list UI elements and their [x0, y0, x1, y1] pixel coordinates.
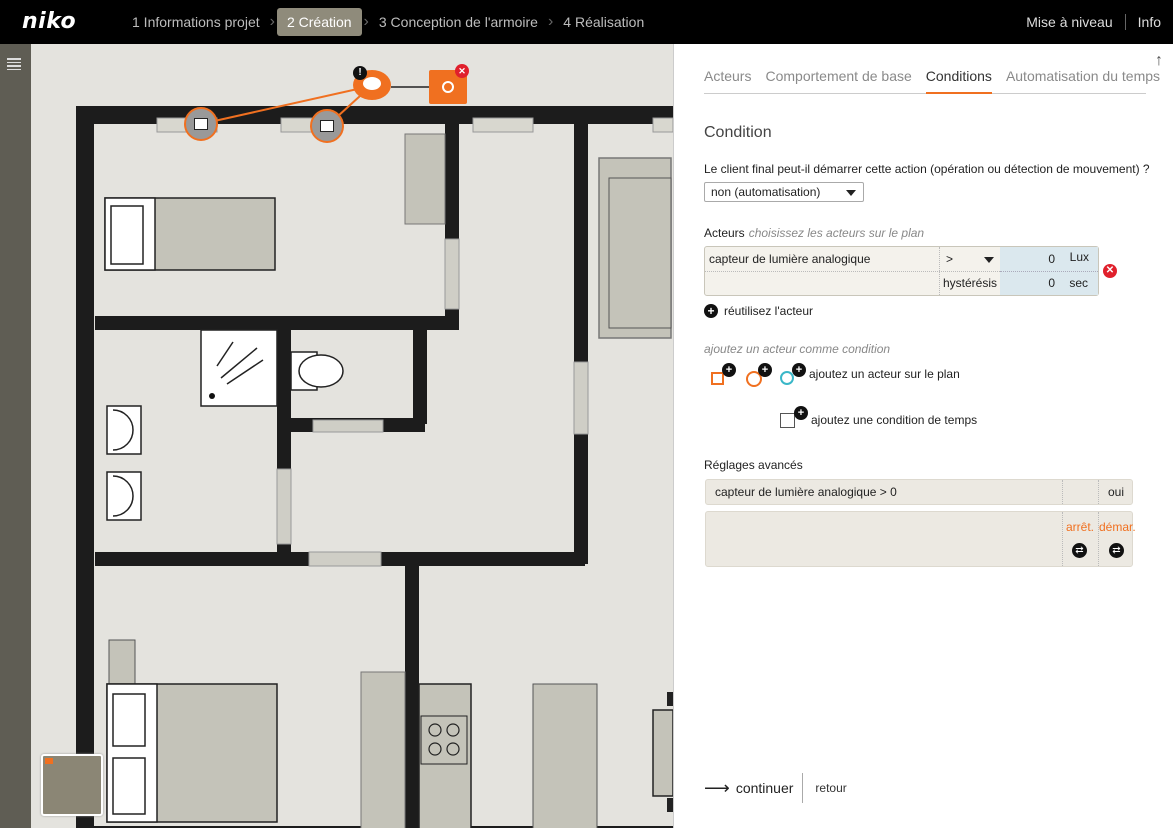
- minimap-viewport-marker: [45, 758, 53, 764]
- list-menu-icon[interactable]: [7, 58, 21, 72]
- tab-conditions[interactable]: Conditions: [925, 62, 992, 94]
- square-actor-icon: [711, 372, 724, 385]
- stop-label: arrêt.: [1066, 520, 1095, 534]
- advanced-condition-value[interactable]: oui: [1108, 485, 1124, 499]
- divider: [1124, 14, 1126, 30]
- plus-circle-icon: +: [758, 363, 772, 377]
- back-link[interactable]: retour: [815, 781, 846, 795]
- tab-acteurs[interactable]: Acteurs: [704, 62, 751, 94]
- upgrade-link[interactable]: Mise à niveau: [1026, 14, 1112, 30]
- niko-logo: niko: [22, 9, 77, 34]
- add-sensor-actor-button[interactable]: +: [778, 363, 806, 391]
- acteurs-hint: choisissez les acteurs sur le plan: [748, 226, 925, 240]
- chevron-right-icon: ›: [363, 13, 369, 30]
- acteurs-label-text: Acteurs: [704, 226, 745, 240]
- step-navigation: 1 Informations projet › 2 Création › 3 C…: [124, 8, 652, 36]
- divider: [939, 247, 940, 295]
- swap-start-icon[interactable]: ⇄: [1109, 543, 1124, 558]
- reuse-actor-button[interactable]: + réutilisez l'acteur: [704, 304, 813, 318]
- add-square-actor-button[interactable]: +: [708, 363, 736, 391]
- advanced-condition-text: capteur de lumière analogique > 0: [715, 485, 897, 499]
- divider: [1000, 271, 1098, 272]
- threshold-unit: Lux: [1069, 250, 1089, 264]
- settings-tabs: Acteurs Comportement de base Conditions …: [704, 62, 1160, 94]
- hysteresis-label: hystérésis: [943, 276, 998, 290]
- chevron-right-icon: ›: [269, 13, 275, 30]
- divider: [1062, 480, 1063, 504]
- advanced-condition-row: capteur de lumière analogique > 0 oui: [705, 479, 1133, 505]
- plus-circle-icon: +: [792, 363, 806, 377]
- section-title: Condition: [704, 124, 772, 141]
- add-actor-hint: ajoutez un acteur comme condition: [704, 342, 891, 356]
- continue-label: continuer: [735, 780, 794, 796]
- caret-down-icon: [846, 190, 856, 196]
- divider: [1098, 480, 1099, 504]
- tab-automatisation-du-temps[interactable]: Automatisation du temps: [1006, 62, 1160, 94]
- step-4-realisation[interactable]: 4 Réalisation: [555, 8, 652, 36]
- hysteresis-unit: sec: [1069, 276, 1088, 290]
- advanced-settings-label: Réglages avancés: [704, 458, 803, 472]
- time-condition-icon: [780, 413, 795, 428]
- step-1-project-info[interactable]: 1 Informations projet: [124, 8, 268, 36]
- acteurs-label: Acteurs choisissez les acteurs sur le pla…: [704, 226, 924, 240]
- start-mode-select-value: non (automatisation): [711, 185, 821, 199]
- plus-circle-icon: +: [722, 363, 736, 377]
- add-time-condition-button[interactable]: +: [780, 406, 808, 434]
- step-3-cabinet-design[interactable]: 3 Conception de l'armoire: [371, 8, 546, 36]
- warning-icon: !: [353, 66, 367, 80]
- swap-stop-icon[interactable]: ⇄: [1072, 543, 1087, 558]
- remove-actor-icon[interactable]: ✕: [455, 64, 469, 78]
- plan-minimap[interactable]: [41, 754, 103, 816]
- blind-actor-icon[interactable]: [184, 107, 218, 141]
- reuse-actor-label: réutilisez l'acteur: [724, 304, 813, 318]
- add-actor-on-plan-link[interactable]: ajoutez un acteur sur le plan: [809, 367, 960, 381]
- floor-plan-canvas[interactable]: ! ✕: [31, 44, 673, 828]
- panel-footer: ⟶ continuer retour: [704, 772, 847, 804]
- start-mode-select[interactable]: non (automatisation): [704, 182, 864, 202]
- plus-circle-icon: +: [704, 304, 718, 318]
- left-sidebar: [0, 44, 31, 828]
- step-2-creation[interactable]: 2 Création: [276, 8, 362, 36]
- add-round-actor-button[interactable]: +: [744, 363, 772, 391]
- action-settings-panel: ↑ Acteurs Comportement de base Condition…: [673, 44, 1173, 828]
- top-right-links: Mise à niveau Info: [1026, 0, 1161, 44]
- chevron-right-icon: ›: [547, 13, 554, 30]
- operator-select[interactable]: >: [946, 252, 953, 266]
- blind-actor-icon[interactable]: [310, 109, 344, 143]
- start-action-question: Le client final peut-il démarrer cette a…: [704, 162, 1150, 176]
- tab-comportement-de-base[interactable]: Comportement de base: [765, 62, 911, 94]
- remove-condition-icon[interactable]: ✕: [1103, 264, 1117, 278]
- hysteresis-value-input[interactable]: 0: [1048, 276, 1055, 290]
- threshold-value-input[interactable]: 0: [1048, 252, 1055, 266]
- value-cells: 0 Lux 0 sec: [1000, 247, 1098, 295]
- plus-circle-icon: +: [794, 406, 808, 420]
- start-label: démar.: [1099, 520, 1136, 534]
- divider: [1062, 512, 1063, 566]
- top-bar: niko 1 Informations projet › 2 Création …: [0, 0, 1173, 44]
- continue-button[interactable]: ⟶ continuer: [704, 778, 793, 799]
- caret-down-icon[interactable]: [984, 257, 994, 263]
- divider: [802, 773, 804, 803]
- advanced-behaviour-row: arrêt. démar. ⇄ ⇄: [705, 511, 1136, 567]
- add-time-condition-link[interactable]: ajoutez une condition de temps: [811, 413, 977, 427]
- plan-actor-overlay: [200, 85, 429, 127]
- actor-name: capteur de lumière analogique: [709, 252, 871, 266]
- condition-actor-row: capteur de lumière analogique > hystérés…: [704, 246, 1099, 296]
- divider: [705, 271, 1000, 272]
- info-link[interactable]: Info: [1138, 14, 1161, 30]
- arrow-right-icon: ⟶: [704, 777, 730, 798]
